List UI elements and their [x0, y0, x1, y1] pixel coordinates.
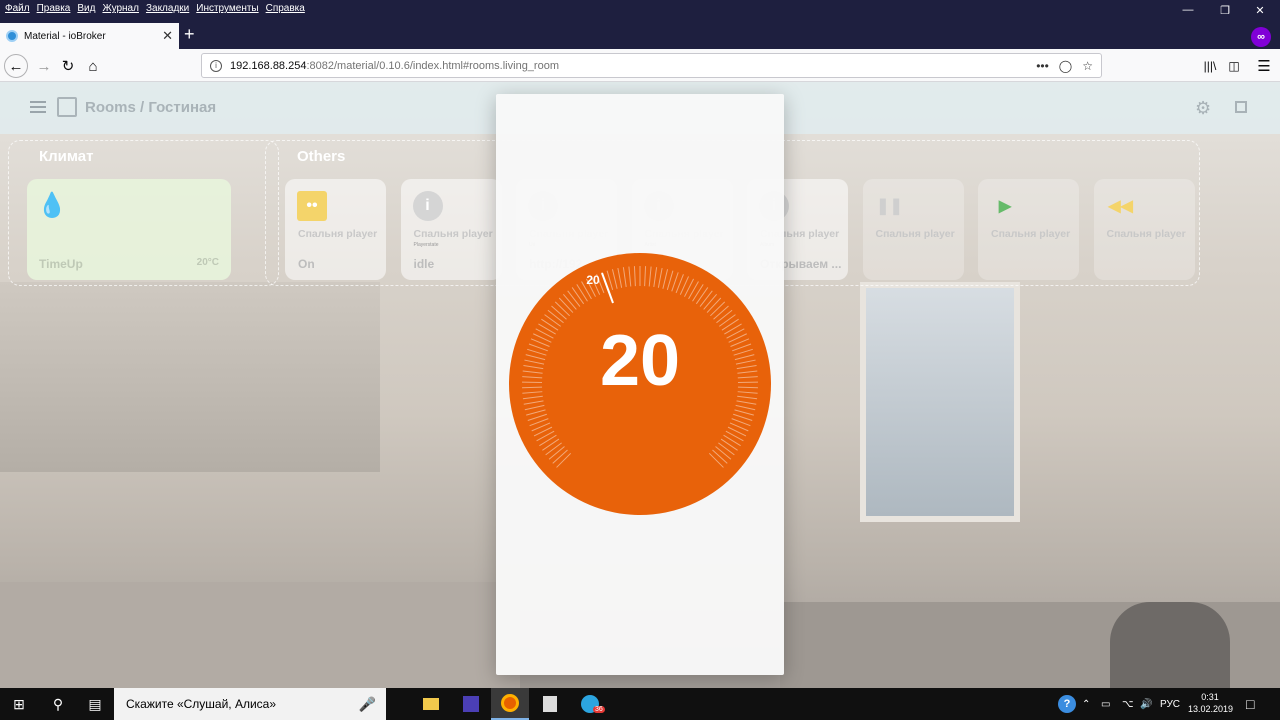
thermostat-dialog[interactable]: 20 20 — [496, 94, 784, 675]
thermostat-value: 20 — [600, 321, 680, 401]
bookmark-star-icon[interactable]: ☆ — [1082, 59, 1093, 73]
player-tile[interactable]: ▶ Спальня player — [978, 179, 1079, 280]
home-button[interactable]: ⌂ — [81, 54, 105, 78]
dial-tick — [522, 386, 543, 389]
player-tile-name: Спальня player — [413, 228, 493, 240]
menu-item[interactable]: Журнал — [102, 3, 139, 14]
url-host: 192.168.88.254 — [230, 59, 307, 72]
battery-icon[interactable]: ▭ — [1101, 688, 1110, 720]
page-actions-icon[interactable]: ••• — [1036, 59, 1049, 73]
navigation-bar: ← → ↻ ⌂ i 192.168.88.254 :8082/material/… — [0, 49, 1280, 82]
player-tile-name: Спальня player — [991, 228, 1071, 240]
pause-icon: ❚❚ — [876, 198, 903, 215]
timeup-climate-tile[interactable]: 💧 TimeUp 20°C — [27, 179, 231, 280]
network-app-icon[interactable] — [531, 688, 569, 720]
tab-title: Material - ioBroker — [24, 30, 106, 42]
cortana-search-box[interactable]: Скажите «Слушай, Алиса» 🎤 — [114, 688, 386, 720]
player-tile-value: idle — [413, 257, 435, 271]
library-icon[interactable]: |||\ — [1198, 54, 1222, 78]
power-icon: •• — [297, 191, 327, 221]
player-tile[interactable]: ❚❚ Спальня player — [862, 179, 964, 280]
counter-background — [0, 582, 520, 688]
url-path: :8082/material/0.10.6/index.html#rooms.l… — [306, 59, 559, 72]
settings-gear-icon[interactable]: ⚙ — [1195, 98, 1211, 119]
rewind-icon: ◀◀ — [1108, 198, 1133, 215]
forward-button[interactable]: → — [32, 54, 56, 78]
firefox-taskbar-icon[interactable] — [491, 688, 529, 720]
clock-date: 13.02.2019 — [1188, 704, 1234, 714]
wifi-icon[interactable]: ⌥ — [1122, 688, 1134, 720]
menu-icon[interactable]: ☰ — [1252, 54, 1276, 78]
windows-start-icon[interactable]: ⊞ — [0, 688, 38, 720]
climate-tile-name: TimeUp — [39, 257, 83, 271]
volume-icon[interactable]: 🔊 — [1140, 688, 1152, 720]
player-tile-value: On — [298, 257, 315, 271]
new-tab-icon[interactable]: + — [184, 24, 195, 44]
telegram-icon[interactable]: 36 — [571, 688, 609, 720]
private-browsing-icon: ∞ — [1251, 27, 1271, 47]
search-placeholder: Скажите «Слушай, Алиса» — [126, 697, 277, 711]
menu-item[interactable]: Справка — [266, 3, 305, 14]
thermostat-marker-label: 20 — [586, 273, 600, 287]
page-title: Rooms / Гостиная — [85, 99, 217, 116]
player-tile-name: Спальня player — [1106, 228, 1186, 240]
page-viewport: Rooms / Гостиная ⚙ Климат 💧 TimeUp 20°C … — [0, 82, 1280, 688]
back-button[interactable]: ← — [4, 54, 28, 78]
restore-icon[interactable]: ❐ — [1205, 0, 1245, 20]
microphone-icon[interactable]: 🎤 — [359, 696, 376, 713]
chair-background — [1110, 602, 1230, 688]
menu-item[interactable]: Правка — [37, 3, 71, 14]
play-icon: ▶ — [998, 198, 1012, 215]
show-hidden-icons[interactable]: ⌃ — [1082, 688, 1090, 720]
player-tile-sub: Playerstate — [413, 242, 439, 248]
menu-item[interactable]: Закладки — [146, 3, 189, 14]
clock-time: 0:31 — [1201, 692, 1219, 702]
task-view-icon[interactable]: ▤ — [76, 688, 114, 720]
fullscreen-icon[interactable] — [1235, 101, 1247, 113]
group-climate-title: Климат — [39, 148, 94, 165]
system-clock[interactable]: 0:31 13.02.2019 — [1188, 691, 1234, 715]
room-icon — [57, 97, 77, 117]
player-tile[interactable]: i Спальня player Playerstate idle — [400, 179, 502, 280]
app-icon-generic[interactable] — [452, 688, 490, 720]
group-others-title: Others — [297, 148, 346, 165]
file-explorer-icon[interactable] — [412, 688, 450, 720]
browser-menubar: Файл Правка Вид Журнал Закладки Инструменты Сп… — [0, 0, 1280, 20]
player-tile[interactable]: •• Спальня player On — [285, 179, 386, 280]
menu-items: Файл Правка Вид Журнал Закладки Инструменты Сп… — [5, 3, 305, 14]
menu-item[interactable]: Вид — [77, 3, 95, 14]
windows-taskbar: ⊞ ⚲ ▤ Скажите «Слушай, Алиса» 🎤 36 ? ⌃ ▭… — [0, 688, 1280, 720]
info-icon: i — [412, 191, 443, 221]
kitchen-background — [0, 282, 380, 472]
menu-item[interactable]: Файл — [5, 3, 30, 14]
help-tray-icon[interactable]: ? — [1058, 688, 1076, 720]
player-tile-name: Спальня player — [298, 228, 378, 240]
climate-tile-temperature: 20°C — [196, 257, 219, 268]
language-indicator[interactable]: РУС — [1160, 688, 1180, 720]
dial-tick — [737, 386, 758, 389]
pocket-icon[interactable]: ◯ — [1059, 59, 1072, 73]
iobroker-favicon-icon — [6, 30, 18, 42]
notifications-icon[interactable]: □ — [1246, 688, 1254, 720]
player-tile[interactable]: ◀◀ Спальня player — [1093, 179, 1195, 280]
hamburger-menu-icon[interactable] — [30, 101, 46, 113]
reload-button[interactable]: ↻ — [56, 54, 80, 78]
close-window-icon[interactable]: ✕ — [1240, 0, 1280, 20]
window-background — [860, 282, 1020, 522]
site-info-icon[interactable]: i — [210, 59, 222, 72]
thermostat-dial[interactable]: 20 20 — [496, 94, 784, 675]
minimize-icon[interactable]: — — [1168, 0, 1208, 20]
url-bar[interactable]: i 192.168.88.254 :8082/material/0.10.6/i… — [201, 53, 1102, 78]
player-tile-name: Спальня player — [875, 228, 955, 240]
sidebar-icon[interactable]: ◫ — [1222, 54, 1246, 78]
humidity-drop-icon: 💧 — [37, 192, 67, 219]
tab-close-icon[interactable]: ✕ — [162, 28, 173, 44]
search-icon[interactable]: ⚲ — [40, 688, 76, 720]
tab-material[interactable]: Material - ioBroker ✕ — [0, 23, 179, 49]
telegram-badge: 36 — [593, 706, 605, 713]
menu-item[interactable]: Инструменты — [196, 3, 258, 14]
